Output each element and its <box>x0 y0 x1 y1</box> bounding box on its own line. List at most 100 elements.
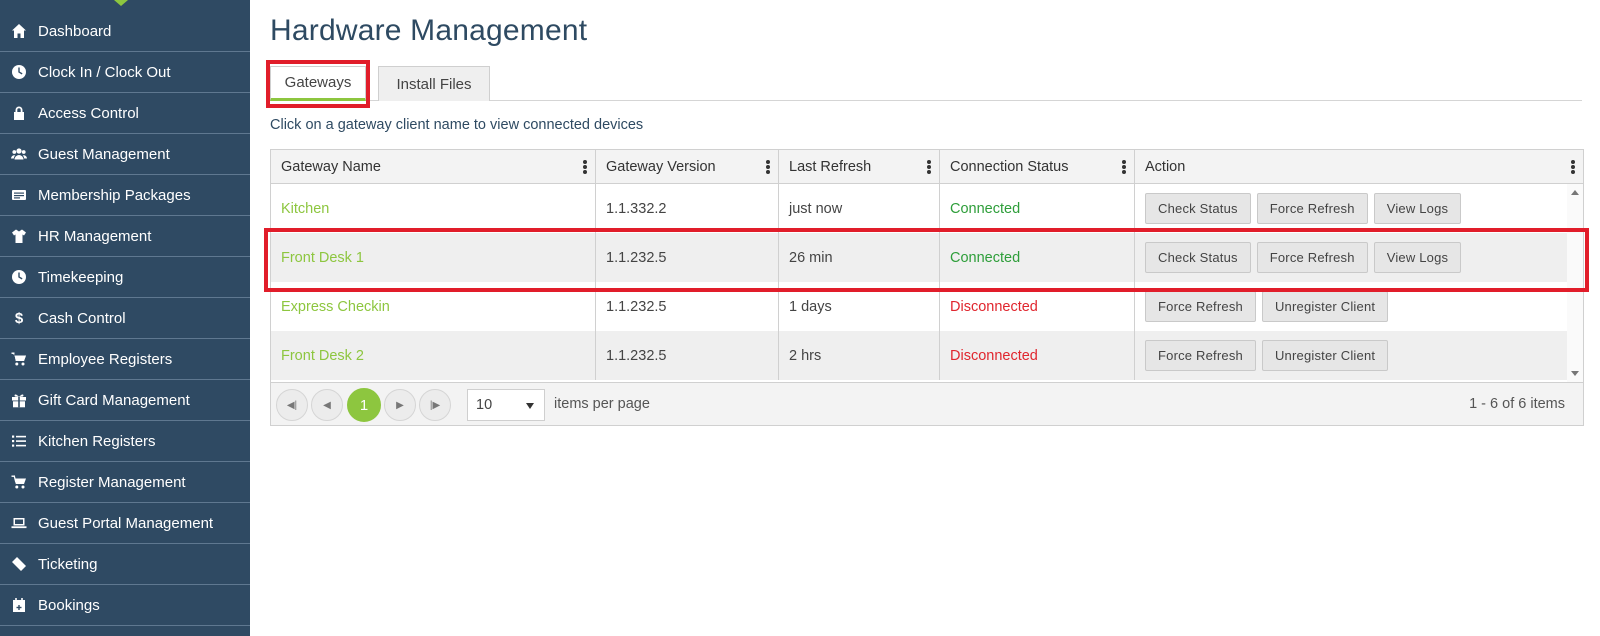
sidebar-item-label: Guest Management <box>38 145 170 163</box>
gateway-name-link[interactable]: Kitchen <box>271 184 596 233</box>
column-header-label: Action <box>1145 159 1186 175</box>
sidebar-item-access-control[interactable]: Access Control <box>0 93 250 134</box>
sidebar-item-membership-packages[interactable]: Membership Packages <box>0 175 250 216</box>
force-refresh-button[interactable]: Force Refresh <box>1145 340 1256 371</box>
column-header-label: Gateway Name <box>281 159 381 175</box>
table-row: Express Checkin 1.1.232.5 1 days Disconn… <box>271 282 1567 331</box>
view-logs-button[interactable]: View Logs <box>1373 242 1462 273</box>
column-header-label: Connection Status <box>950 159 1069 175</box>
sidebar-item-timekeeping[interactable]: Timekeeping <box>0 257 250 298</box>
sidebar-item-guest-portal-management[interactable]: Guest Portal Management <box>0 503 250 544</box>
column-header-gateway-version[interactable]: Gateway Version <box>596 150 779 184</box>
last-refresh-cell: 1 days <box>779 282 940 331</box>
sidebar-item-label: Timekeeping <box>38 268 124 286</box>
gateway-version-cell: 1.1.232.5 <box>596 233 779 282</box>
calendar-icon <box>0 597 38 613</box>
dollar-icon: $ <box>14 309 24 327</box>
sidebar-item-label: Clock In / Clock Out <box>38 63 171 81</box>
list-icon <box>0 433 38 449</box>
force-refresh-button[interactable]: Force Refresh <box>1256 193 1368 224</box>
ticket-icon <box>0 556 38 572</box>
last-refresh-cell: 26 min <box>779 233 940 282</box>
sidebar-item-label: Membership Packages <box>38 186 191 204</box>
force-refresh-button[interactable]: Force Refresh <box>1145 291 1256 322</box>
sidebar-item-label: Employee Registers <box>38 350 173 368</box>
page-size-label: items per page <box>554 396 650 412</box>
sidebar-item-label: Kitchen Registers <box>38 432 156 450</box>
gift-icon <box>0 392 38 408</box>
lock-icon <box>0 105 38 121</box>
force-refresh-button[interactable]: Force Refresh <box>1256 242 1368 273</box>
last-page-button[interactable]: |▶ <box>419 389 451 421</box>
connection-status-cell: Disconnected <box>940 282 1135 331</box>
action-cell: Check Status Force Refresh View Logs <box>1135 233 1567 282</box>
sidebar-item-label: Gift Card Management <box>38 391 190 409</box>
sidebar-item-ticketing[interactable]: Ticketing <box>0 544 250 585</box>
cart-icon <box>0 474 38 490</box>
last-refresh-cell: 2 hrs <box>779 331 940 380</box>
tab-gateways[interactable]: Gateways <box>270 66 366 101</box>
sidebar-item-hr-management[interactable]: HR Management <box>0 216 250 257</box>
gateway-name-link[interactable]: Express Checkin <box>271 282 596 331</box>
column-header-connection-status[interactable]: Connection Status <box>940 150 1135 184</box>
sidebar-item-label: Guest Portal Management <box>38 514 214 532</box>
connection-status-cell: Connected <box>940 233 1135 282</box>
last-refresh-cell: just now <box>779 184 940 233</box>
tab-install-files[interactable]: Install Files <box>378 66 490 101</box>
sidebar-item-kitchen-registers[interactable]: Kitchen Registers <box>0 421 250 462</box>
unregister-client-button[interactable]: Unregister Client <box>1261 291 1389 322</box>
page-size-value: 10 <box>476 397 493 413</box>
sidebar-item-label: Dashboard <box>38 22 112 40</box>
column-header-action[interactable]: Action <box>1135 150 1583 184</box>
sidebar-item-label: Bookings <box>38 596 100 614</box>
connection-status-cell: Connected <box>940 184 1135 233</box>
page-number-button[interactable]: 1 <box>347 388 381 422</box>
column-menu-icon[interactable] <box>583 160 587 174</box>
grid-header: Gateway Name Gateway Version Last Refres… <box>271 150 1583 184</box>
table-row: Front Desk 2 1.1.232.5 2 hrs Disconnecte… <box>271 331 1567 380</box>
check-status-button[interactable]: Check Status <box>1145 193 1251 224</box>
column-menu-icon[interactable] <box>1122 160 1126 174</box>
sidebar: Dashboard Clock In / Clock Out Access Co… <box>0 0 250 636</box>
tab-strip: Gateways Install Files <box>266 60 1582 108</box>
unregister-client-button[interactable]: Unregister Client <box>1261 340 1389 371</box>
chevron-down-icon <box>526 403 534 409</box>
column-menu-icon[interactable] <box>927 160 931 174</box>
clock-icon <box>0 269 38 285</box>
column-menu-icon[interactable] <box>766 160 770 174</box>
sidebar-item-guest-management[interactable]: Guest Management <box>0 134 250 175</box>
active-caret <box>114 0 128 6</box>
users-icon <box>0 146 38 162</box>
sidebar-item-clock-in-out[interactable]: Clock In / Clock Out <box>0 52 250 93</box>
view-logs-button[interactable]: View Logs <box>1373 193 1462 224</box>
column-header-gateway-name[interactable]: Gateway Name <box>271 150 596 184</box>
first-page-button[interactable]: ◀​| <box>276 389 308 421</box>
sidebar-item-register-management[interactable]: Register Management <box>0 462 250 503</box>
check-status-button[interactable]: Check Status <box>1145 242 1251 273</box>
clock-icon <box>0 64 38 80</box>
id-card-icon <box>0 187 38 203</box>
next-page-button[interactable]: ▶ <box>384 389 416 421</box>
sidebar-item-dashboard[interactable]: Dashboard <box>0 11 250 52</box>
sidebar-item-gift-card-management[interactable]: Gift Card Management <box>0 380 250 421</box>
page-size-select[interactable]: 10 <box>467 389 545 421</box>
gateway-version-cell: 1.1.232.5 <box>596 331 779 380</box>
sidebar-item-employee-registers[interactable]: Employee Registers <box>0 339 250 380</box>
scroll-down-arrow-icon[interactable] <box>1571 371 1579 376</box>
previous-page-button[interactable]: ◀ <box>311 389 343 421</box>
table-row: Front Desk 1 1.1.232.5 26 min Connected … <box>271 233 1567 282</box>
grid-scrollbar[interactable] <box>1567 184 1583 382</box>
gateway-name-link[interactable]: Front Desk 1 <box>271 233 596 282</box>
column-header-last-refresh[interactable]: Last Refresh <box>779 150 940 184</box>
sidebar-item-label: Cash Control <box>38 309 126 327</box>
action-cell: Check Status Force Refresh View Logs <box>1135 184 1567 233</box>
gateways-grid: Gateway Name Gateway Version Last Refres… <box>270 149 1584 426</box>
table-row: Kitchen 1.1.332.2 just now Connected Che… <box>271 184 1567 233</box>
sidebar-item-cash-control[interactable]: $ Cash Control <box>0 298 250 339</box>
scroll-up-arrow-icon[interactable] <box>1571 190 1579 195</box>
connection-status-cell: Disconnected <box>940 331 1135 380</box>
pager-info: 1 - 6 of 6 items <box>1469 396 1565 412</box>
gateway-name-link[interactable]: Front Desk 2 <box>271 331 596 380</box>
sidebar-item-bookings[interactable]: Bookings <box>0 585 250 626</box>
column-menu-icon[interactable] <box>1571 160 1575 174</box>
